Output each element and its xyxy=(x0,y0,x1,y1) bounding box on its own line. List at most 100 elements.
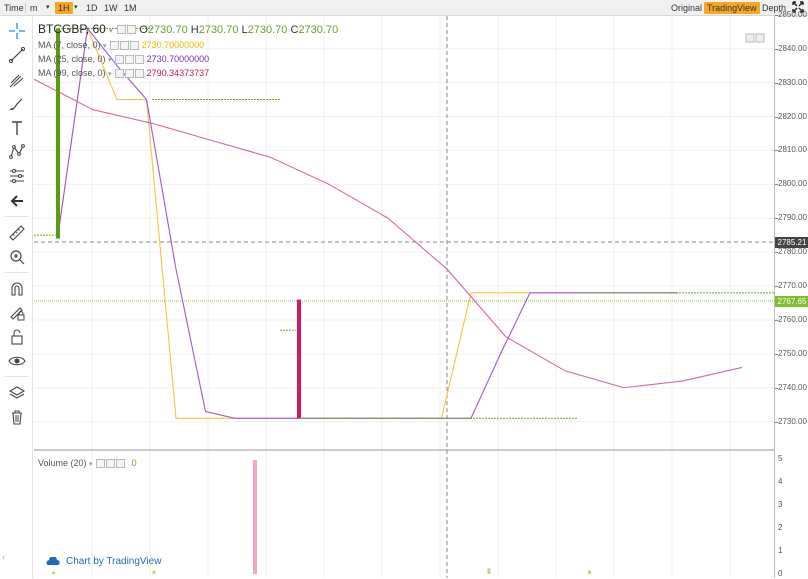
ma-99-row[interactable]: MA (99, close, 0) ▾ 2790.34373737 xyxy=(38,68,210,79)
crosshair-price-flag: 2785.21 xyxy=(775,237,808,248)
eye-icon[interactable] xyxy=(8,352,26,370)
interval-1w[interactable]: 1W xyxy=(104,2,118,14)
minutes-dropdown[interactable]: m xyxy=(30,2,38,14)
volume-bar xyxy=(487,568,491,574)
settings-icon[interactable] xyxy=(125,55,135,65)
pattern-icon[interactable] xyxy=(8,143,26,161)
settings-icon[interactable] xyxy=(106,459,116,469)
hide-icon[interactable] xyxy=(96,459,106,469)
pitchfork-icon[interactable] xyxy=(8,71,26,89)
crosshair-icon[interactable] xyxy=(8,22,26,40)
price-tick-label: 2760.00 xyxy=(778,314,807,324)
layers-icon[interactable] xyxy=(8,384,26,402)
high-value: 2730.70 xyxy=(198,24,239,36)
price-tick-label: 2850.00 xyxy=(778,9,807,19)
ruler-icon[interactable] xyxy=(8,224,26,242)
price-tick xyxy=(775,14,778,16)
volume-bar xyxy=(588,570,591,574)
last-price-flag: 2767.65 xyxy=(775,296,808,307)
volume-tick-label: 3 xyxy=(778,500,783,509)
price-tick xyxy=(775,150,778,152)
price-tick-label: 2730.00 xyxy=(778,416,807,426)
price-chart[interactable] xyxy=(34,16,774,578)
hide-icon[interactable] xyxy=(115,55,125,65)
close-icon[interactable] xyxy=(130,41,140,51)
interval-1m[interactable]: 1M xyxy=(124,2,137,14)
close-icon[interactable] xyxy=(135,69,145,79)
magnet-icon[interactable] xyxy=(8,280,26,298)
ma-series xyxy=(34,26,743,419)
volume-label: Volume (20) xyxy=(38,458,87,468)
ma-99-value: 2790.34373737 xyxy=(146,68,210,78)
price-tick-label: 2830.00 xyxy=(778,77,807,87)
measure-tools-icon[interactable] xyxy=(8,167,26,185)
price-tick-label: 2800.00 xyxy=(778,179,807,189)
price-tick xyxy=(775,353,778,355)
brush-icon[interactable] xyxy=(8,95,26,113)
tradingview-watermark[interactable]: Chart by TradingView xyxy=(46,556,161,567)
chevron-down-icon[interactable]: ▾ xyxy=(108,57,112,64)
ma-7-row[interactable]: MA (7, close, 0) ▾ 2730.70000000 xyxy=(38,40,205,51)
tradingview-view-button[interactable]: TradingView xyxy=(704,2,760,14)
price-tick xyxy=(775,218,778,220)
price-tick-label: 2770.00 xyxy=(778,281,807,291)
trend-line-icon[interactable] xyxy=(8,46,26,64)
symbol-row: BTCGBP, 60 ▾ O2730.70 H2730.70 L2730.70 … xyxy=(38,22,338,36)
settings-icon[interactable] xyxy=(125,69,135,79)
ohlc-levels xyxy=(34,27,774,419)
symbol-name[interactable]: BTCGBP, 60 xyxy=(38,22,106,36)
price-tick-label: 2740.00 xyxy=(778,382,807,392)
price-tick xyxy=(775,286,778,288)
legend-arrows-icon xyxy=(745,33,765,43)
price-tick xyxy=(775,184,778,186)
volume-bar xyxy=(52,571,55,574)
divider xyxy=(5,272,29,273)
hide-icon[interactable] xyxy=(117,25,127,35)
price-tick xyxy=(775,252,778,254)
settings-icon[interactable] xyxy=(120,41,130,51)
volume-legend[interactable]: Volume (20) ▾ 0 xyxy=(38,458,137,469)
hide-icon[interactable] xyxy=(115,69,125,79)
candles xyxy=(56,28,301,419)
price-tick xyxy=(775,82,778,84)
volume-value: 0 xyxy=(131,458,137,468)
price-tick xyxy=(775,48,778,50)
hide-icon[interactable] xyxy=(110,41,120,51)
ma-7-value: 2730.70000000 xyxy=(141,40,205,50)
ohlc-values: O2730.70 H2730.70 L2730.70 C2730.70 xyxy=(139,24,338,36)
text-icon[interactable] xyxy=(8,119,26,137)
settings-icon[interactable] xyxy=(127,25,137,35)
price-tick xyxy=(775,116,778,118)
price-tick-label: 2750.00 xyxy=(778,348,807,358)
trash-icon[interactable] xyxy=(8,408,26,426)
open-value: 2730.70 xyxy=(147,24,188,36)
ma-line-1 xyxy=(57,26,678,419)
close-icon[interactable] xyxy=(135,55,145,65)
chevron-down-icon[interactable]: ▾ xyxy=(74,2,78,14)
zoom-in-icon[interactable] xyxy=(8,248,26,266)
ma-line-2 xyxy=(34,78,743,389)
price-scale[interactable]: 2730.00 2740.00 2750.00 2760.00 2770.00 2780.… xyxy=(774,10,808,578)
collapse-toolbar-icon[interactable]: ‹ xyxy=(2,552,5,562)
chevron-down-icon[interactable]: ▾ xyxy=(103,43,107,50)
price-tick-label: 2780.00 xyxy=(778,247,807,257)
divider xyxy=(5,376,29,377)
ma-7-label: MA (7, close, 0) xyxy=(38,40,101,50)
time-label[interactable]: Time xyxy=(4,2,24,14)
ma-25-value: 2730.70000000 xyxy=(146,54,210,64)
volume-bar xyxy=(253,460,257,574)
chevron-down-icon[interactable]: ▾ xyxy=(89,461,93,468)
unlock-icon[interactable] xyxy=(8,328,26,346)
interval-1d[interactable]: 1D xyxy=(86,2,98,14)
price-tick xyxy=(775,421,778,423)
drawing-toolbar: ‹ xyxy=(0,16,33,578)
back-arrow-icon[interactable] xyxy=(8,192,26,210)
close-icon[interactable] xyxy=(116,459,126,469)
original-view-button[interactable]: Original xyxy=(668,2,705,14)
chevron-down-icon[interactable]: ▾ xyxy=(46,2,50,14)
chevron-down-icon[interactable]: ▾ xyxy=(109,28,113,35)
interval-1h[interactable]: 1H xyxy=(55,2,73,14)
lock-drawing-icon[interactable] xyxy=(8,304,26,322)
chevron-down-icon[interactable]: ▾ xyxy=(108,71,112,78)
ma-25-row[interactable]: MA (25, close, 0) ▾ 2730.70000000 xyxy=(38,54,210,65)
